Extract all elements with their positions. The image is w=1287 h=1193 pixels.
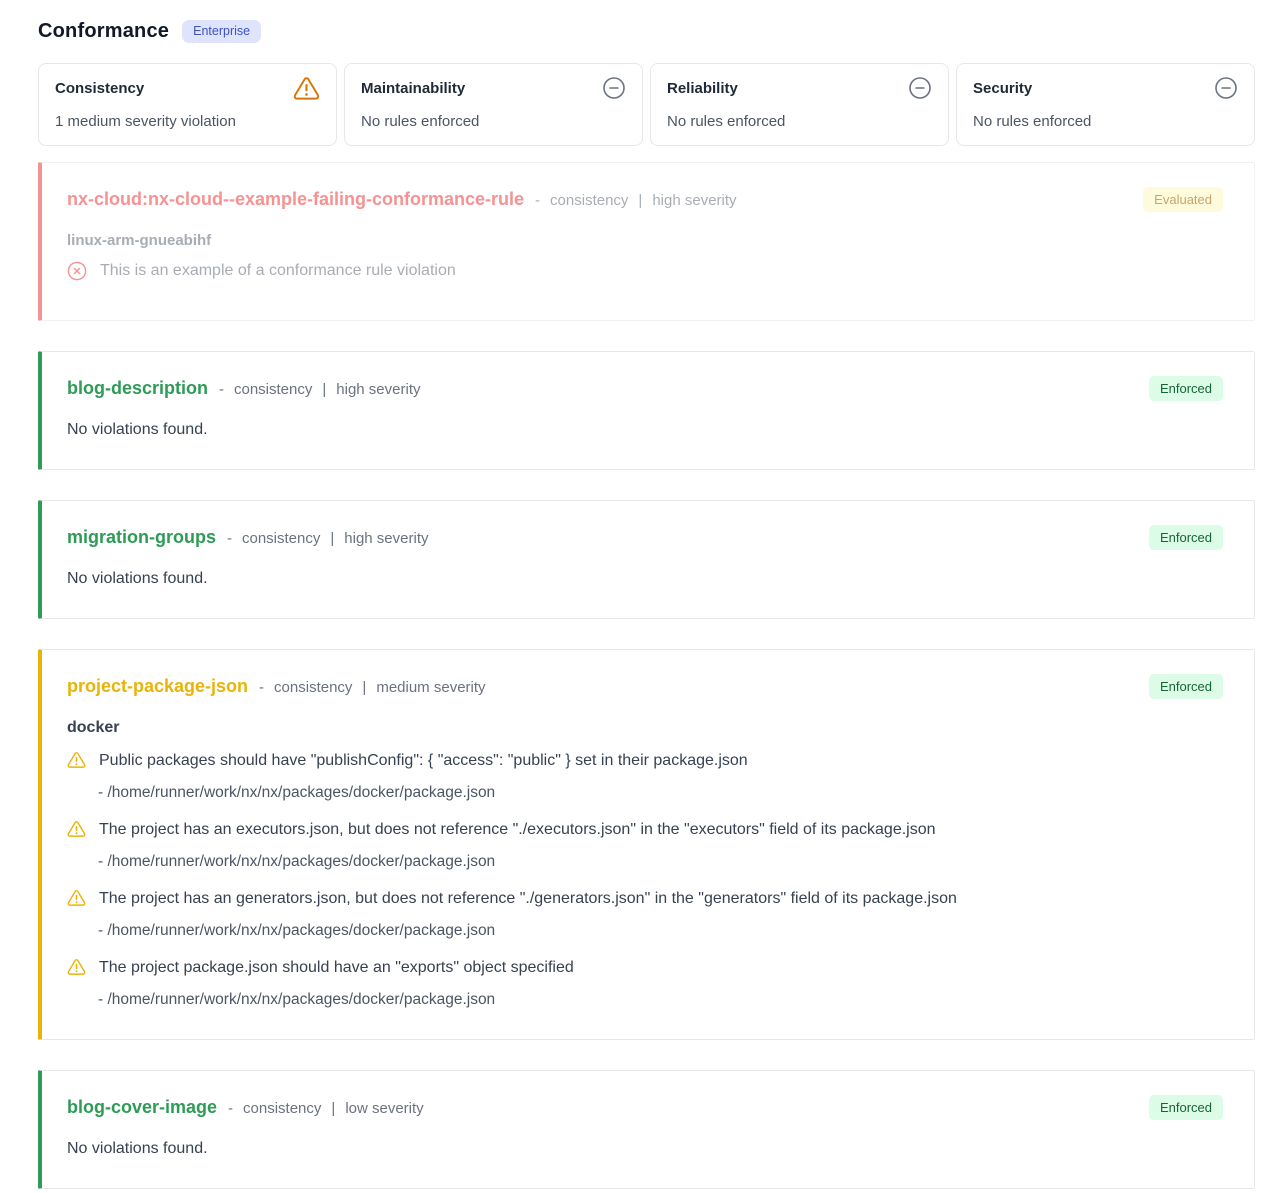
rule-severity: low severity	[345, 1100, 423, 1117]
rule-name-link[interactable]: project-package-json	[67, 676, 248, 697]
summary-card-status: 1 medium severity violation	[55, 113, 320, 130]
x-circle-icon	[67, 261, 87, 286]
summary-card-security: Security No rules enforced	[956, 63, 1255, 146]
summary-card-maintainability: Maintainability No rules enforced	[344, 63, 643, 146]
rule-card-project-package-json: project-package-json - consistency | med…	[38, 649, 1255, 1040]
summary-card-row: Consistency 1 medium severity violation …	[38, 63, 1255, 146]
rule-name-link[interactable]: blog-cover-image	[67, 1097, 217, 1118]
rule-list: nx-cloud:nx-cloud--example-failing-confo…	[38, 162, 1255, 1189]
rule-severity: high severity	[652, 192, 736, 209]
summary-card-consistency: Consistency 1 medium severity violation	[38, 63, 337, 146]
violation-row: This is an example of a conformance rule…	[67, 261, 1226, 286]
summary-card-status: No rules enforced	[667, 113, 932, 130]
rule-card-migration-groups: migration-groups - consistency | high se…	[38, 500, 1255, 619]
project-name: linux-arm-gnueabihf	[67, 232, 1226, 249]
rule-severity: medium severity	[376, 679, 485, 696]
rule-severity: high severity	[336, 381, 420, 398]
meta-pipe: |	[322, 381, 326, 398]
violation-item: The project has an generators.json, but …	[67, 889, 1226, 940]
summary-card-title: Maintainability	[361, 76, 465, 97]
status-badge: Enforced	[1149, 376, 1223, 401]
violation-path: - /home/runner/work/nx/nx/packages/docke…	[98, 852, 1226, 871]
meta-dash: -	[535, 192, 540, 209]
rule-card-example-failing: nx-cloud:nx-cloud--example-failing-confo…	[38, 162, 1255, 321]
warning-triangle-icon	[67, 958, 86, 981]
status-badge: Evaluated	[1143, 187, 1223, 212]
rule-body-text: No violations found.	[67, 570, 1226, 588]
summary-card-title: Security	[973, 76, 1032, 97]
violation-message: This is an example of a conformance rule…	[100, 261, 456, 280]
status-badge: Enforced	[1149, 1095, 1223, 1120]
rule-severity: high severity	[344, 530, 428, 547]
meta-pipe: |	[330, 530, 334, 547]
rule-category: consistency	[234, 381, 312, 398]
minus-circle-icon	[1214, 76, 1238, 105]
violation-path: - /home/runner/work/nx/nx/packages/docke…	[98, 990, 1226, 1009]
conformance-page: Conformance Enterprise Consistency 1 med…	[0, 0, 1287, 1189]
violation-message: Public packages should have "publishConf…	[99, 751, 748, 770]
violation-item: The project package.json should have an …	[67, 958, 1226, 1009]
rule-card-blog-cover-image: blog-cover-image - consistency | low sev…	[38, 1070, 1255, 1189]
rule-category: consistency	[550, 192, 628, 209]
meta-dash: -	[219, 381, 224, 398]
rule-name-link[interactable]: migration-groups	[67, 527, 216, 548]
meta-pipe: |	[638, 192, 642, 209]
warning-triangle-icon	[67, 751, 86, 774]
rule-category: consistency	[243, 1100, 321, 1117]
rule-category: consistency	[242, 530, 320, 547]
project-name: docker	[67, 719, 1226, 737]
violation-item: Public packages should have "publishConf…	[67, 751, 1226, 802]
meta-pipe: |	[331, 1100, 335, 1117]
violation-message: The project has an generators.json, but …	[99, 889, 957, 908]
rule-category: consistency	[274, 679, 352, 696]
summary-card-title: Consistency	[55, 76, 144, 97]
warning-triangle-icon	[293, 76, 320, 106]
rule-card-blog-description: blog-description - consistency | high se…	[38, 351, 1255, 470]
minus-circle-icon	[602, 76, 626, 105]
page-title: Conformance	[38, 20, 169, 43]
violation-message: The project has an executors.json, but d…	[99, 820, 936, 839]
minus-circle-icon	[908, 76, 932, 105]
rule-name-link[interactable]: blog-description	[67, 378, 208, 399]
summary-card-title: Reliability	[667, 76, 738, 97]
summary-card-status: No rules enforced	[361, 113, 626, 130]
status-badge: Enforced	[1149, 525, 1223, 550]
violation-message: The project package.json should have an …	[99, 958, 574, 977]
summary-card-status: No rules enforced	[973, 113, 1238, 130]
meta-dash: -	[227, 530, 232, 547]
meta-pipe: |	[362, 679, 366, 696]
page-header: Conformance Enterprise	[38, 20, 1255, 43]
warning-triangle-icon	[67, 889, 86, 912]
meta-dash: -	[228, 1100, 233, 1117]
status-badge: Enforced	[1149, 674, 1223, 699]
rule-body-text: No violations found.	[67, 421, 1226, 439]
meta-dash: -	[259, 679, 264, 696]
violation-path: - /home/runner/work/nx/nx/packages/docke…	[98, 921, 1226, 940]
enterprise-badge: Enterprise	[182, 20, 261, 43]
rule-body-text: No violations found.	[67, 1140, 1226, 1158]
violation-path: - /home/runner/work/nx/nx/packages/docke…	[98, 783, 1226, 802]
warning-triangle-icon	[67, 820, 86, 843]
rule-name-link[interactable]: nx-cloud:nx-cloud--example-failing-confo…	[67, 189, 524, 210]
violation-item: The project has an executors.json, but d…	[67, 820, 1226, 871]
summary-card-reliability: Reliability No rules enforced	[650, 63, 949, 146]
